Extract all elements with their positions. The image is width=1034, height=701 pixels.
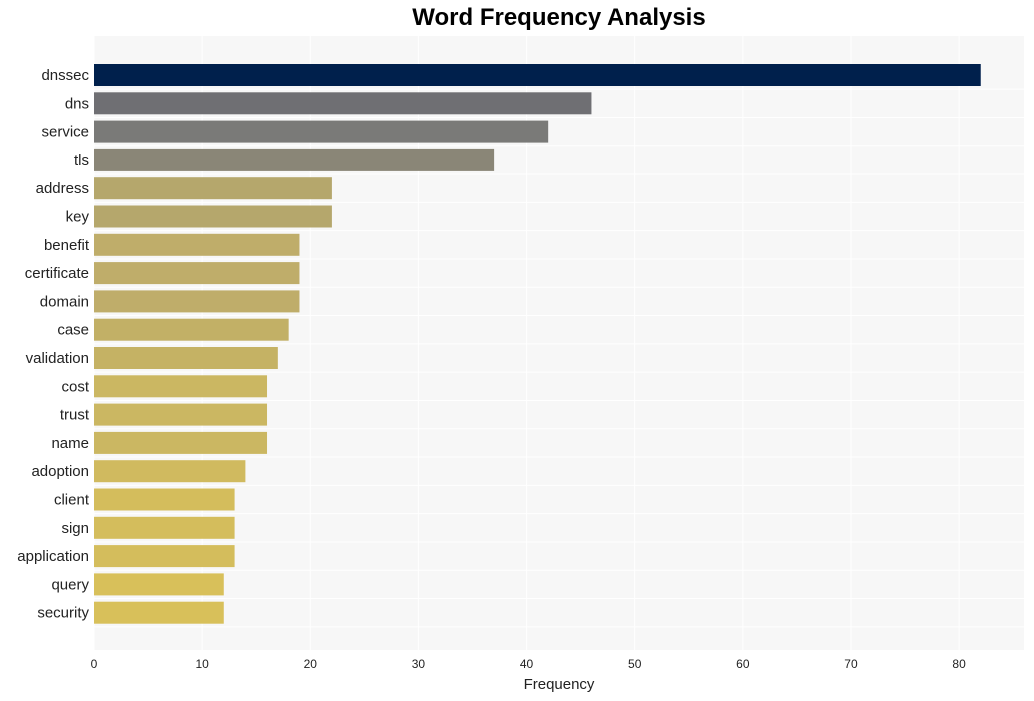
bar-sign xyxy=(94,516,235,539)
y-tick-label: key xyxy=(66,209,90,226)
x-tick-label: 70 xyxy=(844,657,858,671)
bar-service xyxy=(94,120,549,143)
bar-query xyxy=(94,573,224,596)
y-tick-label: cost xyxy=(61,378,89,395)
bar-dnssec xyxy=(94,64,981,86)
y-tick-label: query xyxy=(51,576,89,593)
y-tick-label: service xyxy=(41,124,89,141)
bar-application xyxy=(94,545,235,568)
bar-case xyxy=(94,318,289,341)
bar-key xyxy=(94,205,332,228)
x-tick-label: 0 xyxy=(91,657,98,671)
y-tick-label: address xyxy=(36,180,89,197)
bar-trust xyxy=(94,403,268,426)
y-tick-label: tls xyxy=(74,152,89,169)
x-tick-label: 40 xyxy=(520,657,534,671)
bar-client xyxy=(94,488,235,511)
bar-tls xyxy=(94,148,495,171)
y-tick-label: benefit xyxy=(44,237,90,254)
bar-name xyxy=(94,431,268,454)
y-tick-label: application xyxy=(17,548,89,565)
x-tick-label: 80 xyxy=(952,657,966,671)
y-tick-label: certificate xyxy=(25,265,89,282)
x-tick-label: 50 xyxy=(628,657,642,671)
y-tick-label: validation xyxy=(26,350,89,367)
y-tick-label: trust xyxy=(60,407,90,424)
y-tick-label: adoption xyxy=(31,463,89,480)
y-tick-label: name xyxy=(51,435,89,452)
bar-domain xyxy=(94,290,300,313)
x-tick-label: 10 xyxy=(195,657,209,671)
bar-address xyxy=(94,177,332,200)
y-tick-label: sign xyxy=(61,520,89,537)
bar-cost xyxy=(94,375,268,398)
x-axis-label: Frequency xyxy=(524,676,595,693)
y-tick-label: dns xyxy=(65,95,89,112)
x-tick-label: 30 xyxy=(412,657,426,671)
y-tick-label: dnssec xyxy=(41,67,89,84)
y-tick-label: client xyxy=(54,492,90,509)
y-tick-label: security xyxy=(37,605,89,622)
bar-benefit xyxy=(94,233,300,256)
bar-certificate xyxy=(94,262,300,285)
y-tick-label: domain xyxy=(40,293,89,310)
bar-adoption xyxy=(94,460,246,483)
bar-security xyxy=(94,601,224,624)
x-tick-label: 60 xyxy=(736,657,750,671)
bar-chart: 0 10 20 30 40 50 60 70 80 dnssec dns service tls addr… xyxy=(17,36,1024,693)
y-tick-label: case xyxy=(57,322,89,339)
bar-dns xyxy=(94,92,592,115)
x-tick-label: 20 xyxy=(304,657,318,671)
bar-validation xyxy=(94,347,278,369)
